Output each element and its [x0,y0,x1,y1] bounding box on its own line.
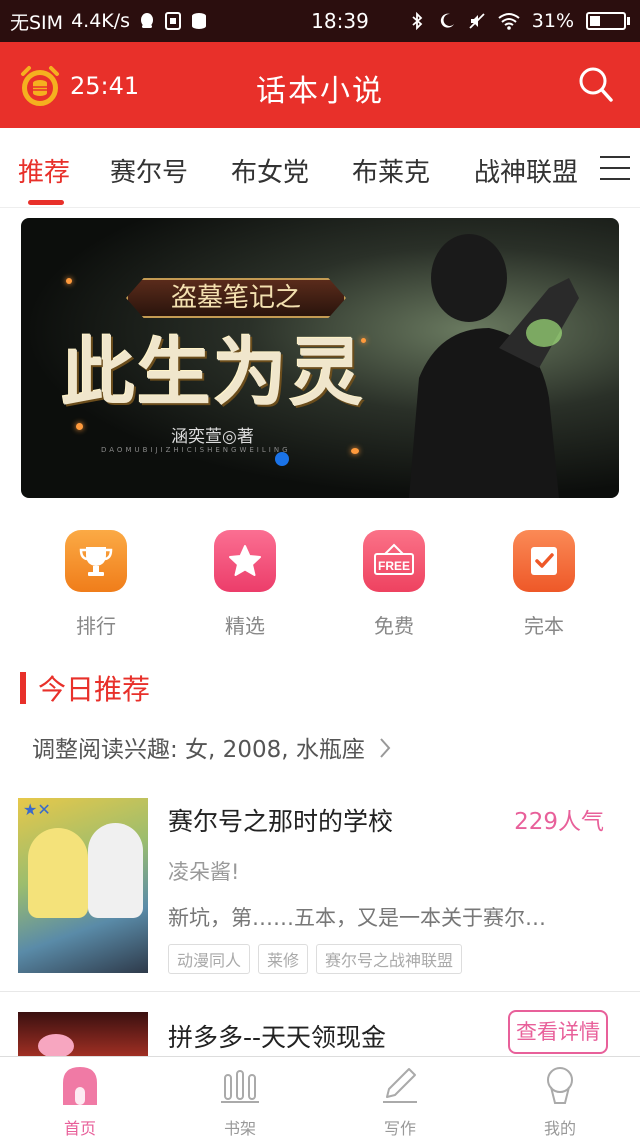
battery-icon [586,12,630,30]
database-icon [192,13,207,29]
book-list-item[interactable]: ★✕ 赛尔号之那时的学校 229人气 凌朵酱! 新坑，第……五本，又是一本关于赛… [0,796,640,992]
menu-icon[interactable] [600,156,630,180]
carrier-label: 无SIM [10,11,64,34]
section-accent-bar [20,672,26,704]
banner-title: 此生为灵 [61,330,365,416]
nav-write[interactable]: 写作 [350,1065,450,1138]
cover-art-text: ★✕ [23,800,51,819]
nav-home[interactable]: 首页 [30,1065,130,1138]
free-entry[interactable]: FREE 免费 [334,530,454,639]
featured-label: 精选 [225,614,265,638]
ranking-entry[interactable]: 排行 [36,530,156,639]
check-note-icon [513,530,575,592]
moon-icon [440,13,454,28]
sim-card-icon [165,12,182,30]
free-label: 免费 [374,614,414,638]
section-title: 今日推荐 [38,673,151,706]
banner-pinyin: DAOMUBIJIZHICISHENGWEILING [101,446,291,454]
page-title: 话本小说 [256,74,384,109]
book-author: 凌朵酱! [168,860,240,884]
network-speed: 4.4K/s [71,10,131,32]
nav-write-label: 写作 [383,1119,416,1138]
bottom-nav: 首页 书架 写作 我的 [0,1056,640,1138]
chevron-right-icon [380,738,391,758]
profile-icon [547,1067,573,1104]
svg-text:FREE: FREE [378,559,410,573]
spark-decoration [351,448,359,454]
battery-percent: 31% [531,10,574,32]
book-cover-image: ★✕ [18,798,148,973]
nav-bookshelf-label: 书架 [223,1119,256,1138]
book-popularity: 229人气 [514,809,604,835]
quick-entries: 排行 精选 FREE 免费 完本 [0,530,640,640]
book-title: 赛尔号之那时的学校 [168,807,394,836]
ad-image [18,1012,148,1056]
tab-black[interactable]: 布莱克 [352,152,430,189]
book-tag[interactable]: 动漫同人 [168,944,251,974]
pen-icon [383,1068,417,1103]
banner-subtitle: 盗墓笔记之 [126,278,346,318]
nav-home-label: 首页 [63,1119,96,1138]
nav-profile[interactable]: 我的 [510,1065,610,1138]
qq-icon [141,13,154,28]
interest-text: 调整阅读兴趣: 女, 2008, 水瓶座 [32,737,365,763]
star-icon [214,530,276,592]
app-bar: 25:41 话本小说 [0,42,640,128]
featured-entry[interactable]: 精选 [185,530,305,639]
banner-figure-image [409,234,579,498]
nav-profile-label: 我的 [543,1119,576,1138]
tab-bunv[interactable]: 布女党 [231,152,309,189]
clock: 18:39 [311,9,369,33]
mute-icon [469,13,485,29]
banner-carousel[interactable]: 盗墓笔记之 此生为灵 涵奕萱◎著 DAOMUBIJIZHICISHENGWEIL… [21,218,619,498]
view-details-button[interactable]: 查看详情 [508,1010,608,1054]
section-header: 今日推荐 [20,670,150,706]
trophy-icon [65,530,127,592]
completed-label: 完本 [524,614,564,638]
book-tag[interactable]: 莱修 [258,944,309,974]
search-icon[interactable] [578,66,614,104]
wifi-icon [498,13,520,30]
completed-entry[interactable]: 完本 [484,530,604,639]
banner-author: 涵奕萱◎著 [171,427,254,447]
tab-seer[interactable]: 赛尔号 [110,152,188,189]
tab-war-god[interactable]: 战神联盟 [474,152,578,189]
ad-title: 拼多多--天天领现金 [168,1023,387,1052]
spark-decoration [76,423,83,430]
spark-decoration [66,278,72,284]
tab-recommend[interactable]: 推荐 [18,152,70,189]
nav-bookshelf[interactable]: 书架 [190,1065,290,1138]
bookshelf-icon [221,1070,259,1103]
adjust-interest-link[interactable]: 调整阅读兴趣: 女, 2008, 水瓶座 [32,730,392,764]
status-bar: 无SIM 4.4K/s 18:39 31% [0,0,640,42]
bluetooth-icon [412,12,423,30]
category-tabs: 推荐 赛尔号 布女党 布莱克 战神联盟 [0,128,640,208]
book-tag[interactable]: 赛尔号之战神联盟 [316,944,463,974]
active-tab-indicator [28,200,64,205]
book-description: 新坑，第……五本，又是一本关于赛尔… [168,906,546,930]
ranking-label: 排行 [76,614,116,638]
home-icon [63,1067,97,1105]
book-tags: 动漫同人 莱修 赛尔号之战神联盟 [168,944,463,974]
free-tag-icon: FREE [363,530,425,592]
ad-list-item[interactable]: 拼多多--天天领现金 查看详情 [0,1006,640,1056]
carousel-indicator[interactable] [275,452,289,466]
